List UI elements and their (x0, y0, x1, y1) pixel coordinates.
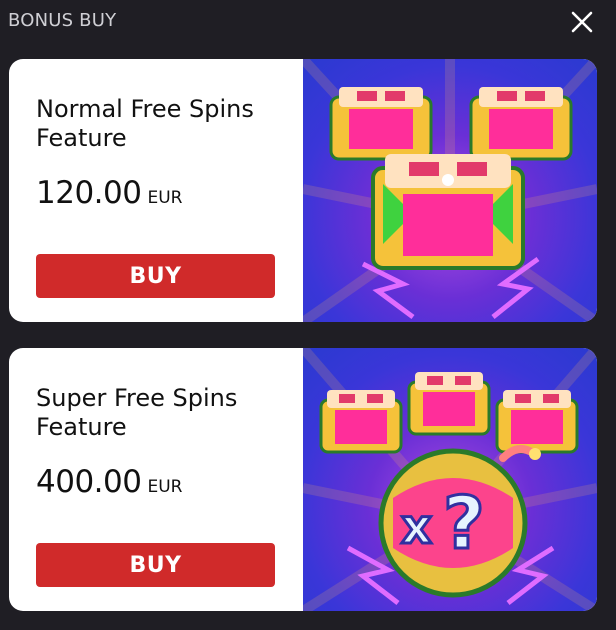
modal-header: BONUS BUY (0, 0, 616, 44)
svg-text:x: x (401, 499, 432, 555)
price-value: 120.00 (36, 175, 142, 211)
feature-info: Super Free Spins Feature 400.00 EUR BUY (9, 348, 303, 611)
feature-title-line2: Feature (36, 413, 127, 441)
feature-card-super: Super Free Spins Feature 400.00 EUR BUY (9, 348, 597, 611)
feature-title: Normal Free Spins Feature (36, 95, 286, 153)
artwork-illustration (303, 59, 597, 322)
price-currency: EUR (147, 477, 183, 497)
feature-title-line1: Normal Free Spins (36, 95, 254, 123)
feature-card-normal: Normal Free Spins Feature 120.00 EUR BUY (9, 59, 597, 322)
close-icon[interactable] (570, 10, 594, 34)
feature-artwork-super: x ? (303, 348, 597, 611)
feature-price: 400.00 EUR (36, 464, 182, 500)
price-currency: EUR (147, 188, 183, 208)
svg-text:?: ? (443, 481, 485, 565)
feature-title-line1: Super Free Spins (36, 384, 238, 412)
modal-title: BONUS BUY (8, 10, 117, 31)
buy-button-normal[interactable]: BUY (36, 254, 275, 298)
feature-artwork-normal (303, 59, 597, 322)
artwork-illustration: x ? (303, 348, 597, 611)
feature-title: Super Free Spins Feature (36, 384, 286, 442)
feature-info: Normal Free Spins Feature 120.00 EUR BUY (9, 59, 303, 322)
feature-price: 120.00 EUR (36, 175, 182, 211)
feature-title-line2: Feature (36, 124, 127, 152)
price-value: 400.00 (36, 464, 142, 500)
buy-button-super[interactable]: BUY (36, 543, 275, 587)
